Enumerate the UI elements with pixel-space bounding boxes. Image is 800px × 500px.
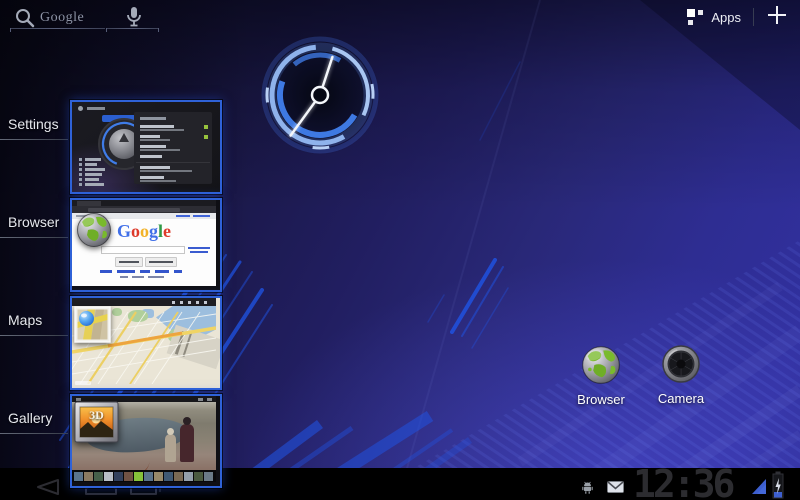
gallery-screenshot: 3D	[72, 396, 220, 486]
recent-apps-overlay: Settings	[0, 0, 800, 500]
recents-label: Gallery	[8, 410, 52, 426]
maps-screenshot	[72, 298, 220, 388]
recents-row-settings: Settings	[0, 100, 230, 196]
recents-thumbnail-maps[interactable]	[70, 296, 222, 390]
recents-label: Settings	[8, 116, 59, 132]
label-underline	[0, 335, 68, 336]
label-underline	[0, 433, 68, 434]
recents-thumbnail-gallery[interactable]: 3D	[70, 394, 222, 488]
recents-thumbnail-browser[interactable]: Google	[70, 198, 222, 292]
honeycomb-home-screen: Google Apps	[0, 0, 800, 500]
recents-thumbnail-settings[interactable]	[70, 100, 222, 194]
gallery-badge-3d-label: 3D	[80, 408, 113, 423]
browser-screenshot: Google	[72, 200, 220, 290]
recents-row-gallery: Gallery	[0, 394, 230, 490]
recents-row-maps: Maps	[0, 296, 230, 392]
recents-row-browser: Browser Google	[0, 198, 230, 294]
label-underline	[0, 139, 68, 140]
recents-label: Browser	[8, 214, 59, 230]
gallery-filmstrip	[72, 470, 216, 482]
settings-detail-panel	[134, 112, 212, 184]
maps-watermark	[75, 381, 91, 385]
google-search-box	[101, 246, 185, 254]
recents-label: Maps	[8, 312, 42, 328]
maps-action-bar	[72, 298, 216, 306]
gallery-app-badge-icon: 3D	[74, 401, 120, 449]
browser-app-badge-icon	[76, 212, 112, 248]
label-underline	[0, 237, 68, 238]
maps-app-badge-icon	[74, 306, 112, 344]
